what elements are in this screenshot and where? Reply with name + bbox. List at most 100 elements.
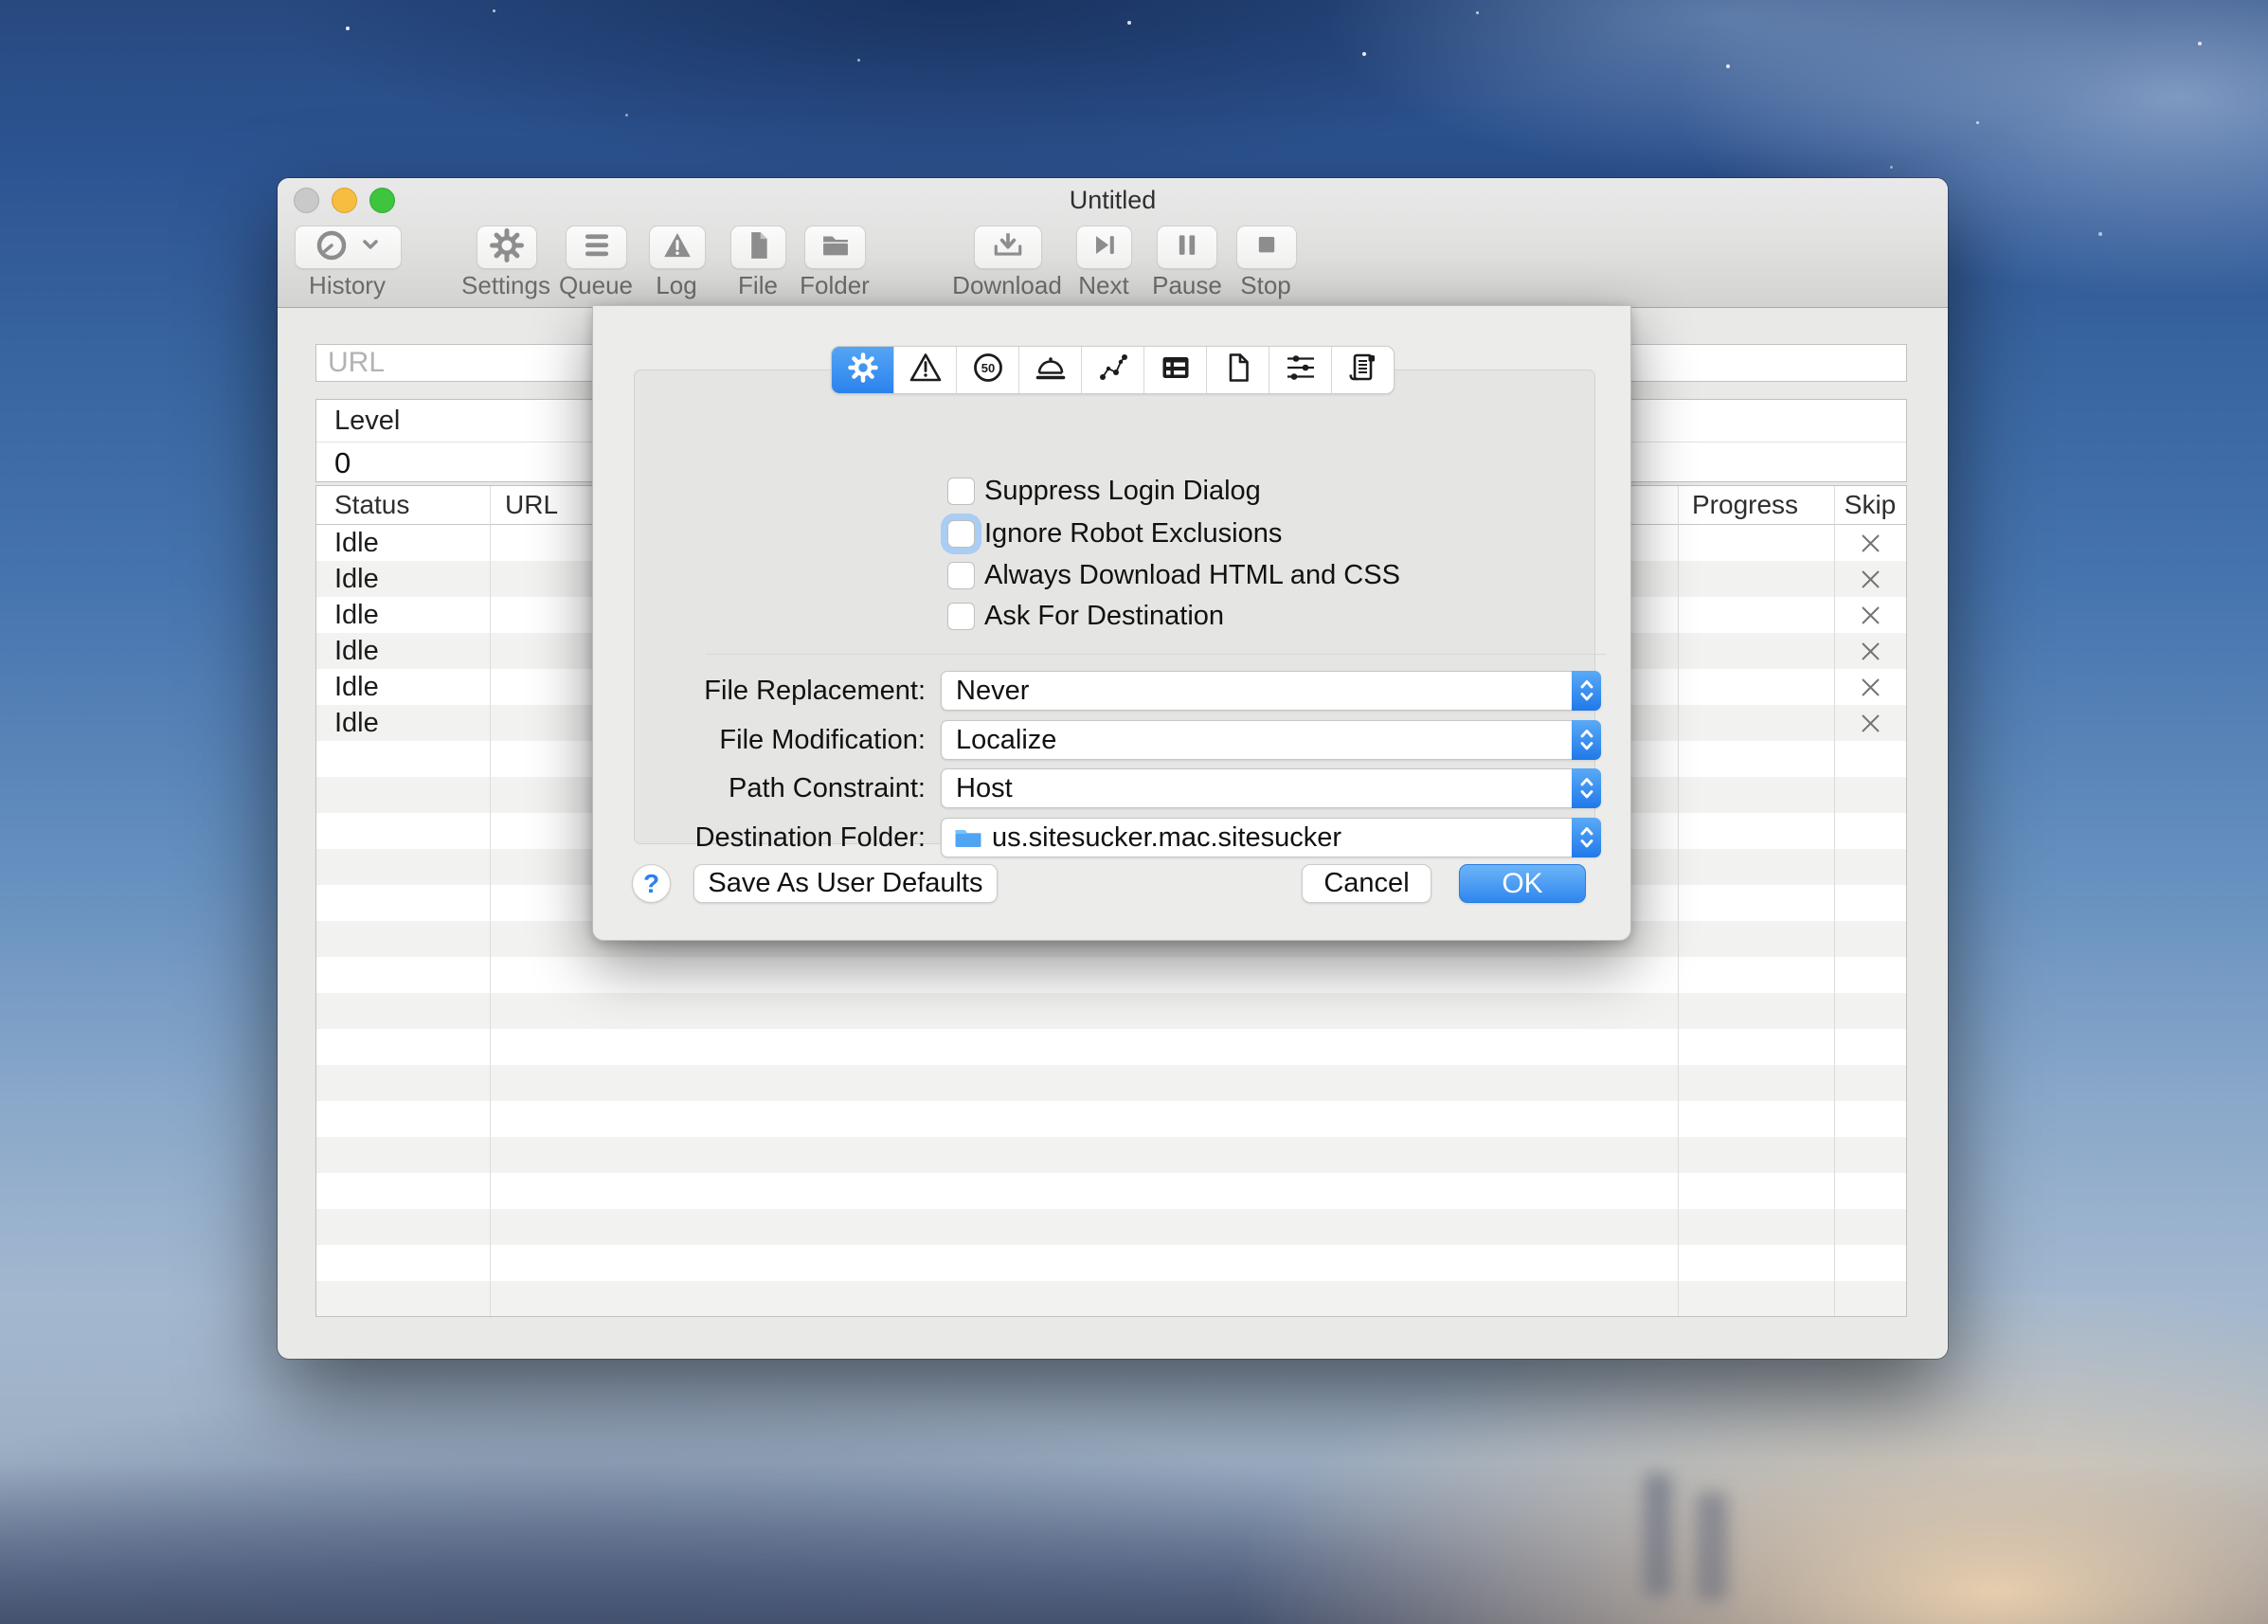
bell-icon — [1034, 351, 1068, 389]
cancel-button[interactable]: Cancel — [1302, 864, 1431, 903]
window-title: Untitled — [278, 186, 1948, 215]
star — [2198, 42, 2202, 45]
column-header-skip[interactable]: Skip — [1834, 490, 1906, 520]
table-row[interactable] — [316, 1029, 1906, 1065]
skip-cell[interactable] — [1834, 639, 1906, 664]
document-icon — [741, 227, 777, 268]
tab-paths[interactable] — [1081, 347, 1143, 393]
checkbox-label[interactable]: Ask For Destination — [984, 601, 1224, 632]
table-row[interactable] — [316, 1101, 1906, 1137]
history-button[interactable] — [295, 226, 402, 269]
ok-button[interactable]: OK — [1459, 864, 1586, 903]
checkbox-ignore-robot-exclusions[interactable] — [947, 520, 975, 548]
popup-value: Localize — [956, 725, 1056, 756]
speed-limit-50-icon: 50 — [971, 351, 1005, 389]
download-tray-icon — [989, 226, 1027, 269]
skip-cell[interactable] — [1834, 531, 1906, 556]
checkbox-label[interactable]: Ignore Robot Exclusions — [984, 518, 1282, 550]
file-replacement-popup[interactable]: Never — [941, 671, 1601, 711]
skip-x-icon[interactable] — [1858, 675, 1883, 700]
path-constraint-popup[interactable]: Host — [941, 768, 1601, 808]
star — [1890, 166, 1893, 169]
settings-dialog: 50 Suppress Login Di — [592, 305, 1631, 941]
tab-bell[interactable] — [1018, 347, 1081, 393]
download-button[interactable] — [974, 226, 1042, 269]
destination-folder-popup[interactable]: us.sitesucker.mac.sitesucker — [941, 818, 1601, 857]
settings-group-box: Suppress Login Dialog Ignore Robot Exclu… — [634, 370, 1595, 844]
table-row[interactable] — [316, 1245, 1906, 1281]
window-titlebar-toolbar: Untitled History Settings Que — [278, 178, 1948, 308]
popup-stepper-icon[interactable] — [1572, 768, 1601, 808]
star — [1127, 21, 1131, 25]
settings-button[interactable] — [477, 226, 537, 269]
destination-folder-row: Destination Folder: us.sitesucker.mac.si… — [635, 818, 1594, 857]
popup-stepper-icon[interactable] — [1572, 720, 1601, 760]
help-button[interactable]: ? — [632, 864, 671, 903]
skip-cell[interactable] — [1834, 603, 1906, 628]
skip-x-icon[interactable] — [1858, 639, 1883, 664]
table-row[interactable] — [316, 1209, 1906, 1245]
checkbox-label[interactable]: Always Download HTML and CSS — [984, 560, 1400, 591]
skip-cell[interactable] — [1834, 675, 1906, 700]
toolbar-label: Log — [643, 271, 710, 299]
status-cell: Idle — [316, 672, 490, 703]
skip-x-icon[interactable] — [1858, 567, 1883, 592]
tab-warnings[interactable] — [893, 347, 956, 393]
svg-text:50: 50 — [981, 361, 994, 375]
file-modification-label: File Modification: — [673, 720, 926, 760]
table-row[interactable] — [316, 993, 1906, 1029]
checkbox-row-ignore-robot-exclusions: Ignore Robot Exclusions — [947, 520, 1282, 548]
skip-x-icon[interactable] — [1858, 711, 1883, 736]
popup-value: Never — [956, 676, 1029, 707]
destination-folder-label: Destination Folder: — [673, 818, 926, 857]
skip-next-icon — [1088, 228, 1122, 267]
next-button[interactable] — [1076, 226, 1132, 269]
star — [493, 9, 495, 12]
popup-stepper-icon[interactable] — [1572, 818, 1601, 857]
log-button[interactable] — [649, 226, 706, 269]
checkbox-ask-for-destination[interactable] — [947, 603, 975, 630]
table-row[interactable] — [316, 1173, 1906, 1209]
table-row[interactable] — [316, 1281, 1906, 1317]
settings-tab-bar: 50 — [831, 346, 1395, 394]
save-as-user-defaults-button[interactable]: Save As User Defaults — [693, 864, 998, 903]
popup-stepper-icon[interactable] — [1572, 671, 1601, 711]
tab-webform[interactable] — [1143, 347, 1206, 393]
folder-button[interactable] — [804, 226, 866, 269]
table-row[interactable] — [316, 1137, 1906, 1173]
popup-value: us.sitesucker.mac.sitesucker — [992, 822, 1341, 854]
stop-button[interactable] — [1236, 226, 1297, 269]
pause-button[interactable] — [1157, 226, 1217, 269]
tab-file-types[interactable] — [1206, 347, 1269, 393]
checkbox-row-always-download-html-css: Always Download HTML and CSS — [947, 562, 1400, 589]
tab-filters-sliders[interactable] — [1269, 347, 1331, 393]
sliders-icon — [1284, 351, 1318, 389]
skip-x-icon[interactable] — [1858, 531, 1883, 556]
tab-speed-limit[interactable]: 50 — [956, 347, 1018, 393]
skip-cell[interactable] — [1834, 567, 1906, 592]
toolbar-label: History — [295, 271, 400, 299]
background-silhouette — [1644, 1473, 1672, 1597]
queue-button[interactable] — [566, 226, 627, 269]
skip-x-icon[interactable] — [1858, 603, 1883, 628]
table-row[interactable] — [316, 1065, 1906, 1101]
star — [1726, 64, 1730, 68]
column-header-status[interactable]: Status — [316, 490, 490, 520]
file-modification-popup[interactable]: Localize — [941, 720, 1601, 760]
checkbox-label[interactable]: Suppress Login Dialog — [984, 476, 1261, 507]
file-button[interactable] — [730, 226, 786, 269]
table-row[interactable] — [316, 957, 1906, 993]
checkbox-always-download-html-css[interactable] — [947, 562, 975, 589]
folder-icon — [817, 227, 855, 268]
column-header-progress[interactable]: Progress — [1678, 490, 1834, 520]
star — [346, 27, 350, 30]
history-clock-icon — [311, 228, 387, 267]
gear-icon — [488, 226, 526, 269]
tab-general-gear[interactable] — [832, 347, 893, 393]
toolbar-label: Settings — [458, 271, 554, 299]
skip-cell[interactable] — [1834, 711, 1906, 736]
tab-script[interactable] — [1331, 347, 1394, 393]
warning-triangle-icon — [909, 351, 943, 389]
toolbar-label: Pause — [1145, 271, 1229, 299]
checkbox-suppress-login-dialog[interactable] — [947, 478, 975, 505]
